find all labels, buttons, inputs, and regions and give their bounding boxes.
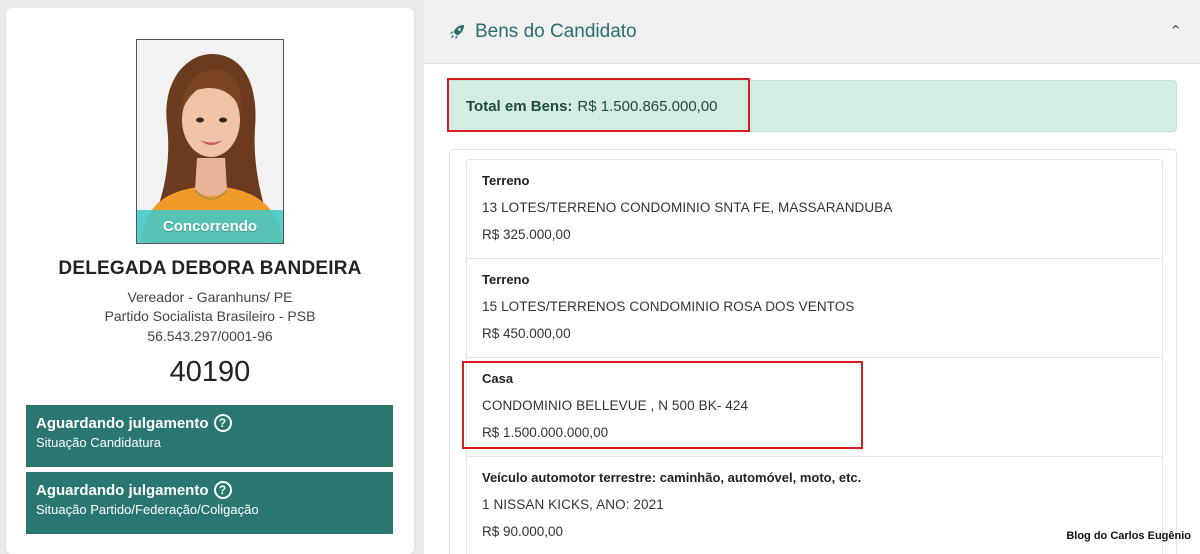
asset-type: Terreno xyxy=(482,272,530,287)
asset-description: 1 NISSAN KICKS, ANO: 2021 xyxy=(482,497,664,512)
situation-title-text: Aguardando julgamento xyxy=(36,414,209,432)
help-icon[interactable]: ? xyxy=(213,414,232,432)
candidacy-status-badge: Concorrendo xyxy=(137,210,283,243)
situation-subtitle: Situação Partido/Federação/Coligação xyxy=(36,502,259,517)
asset-value: R$ 450.000,00 xyxy=(482,326,571,341)
asset-description: 15 LOTES/TERRENOS CONDOMINIO ROSA DOS VE… xyxy=(482,299,855,314)
party-situation-box: Aguardando julgamento ? Situação Partido… xyxy=(26,472,393,534)
asset-value: R$ 1.500.000.000,00 xyxy=(482,425,609,440)
assets-card: Terreno 13 LOTES/TERRENO CONDOMINIO SNTA… xyxy=(449,149,1177,554)
assets-panel-title: Bens do Candidato xyxy=(475,20,637,42)
candidate-name: DELEGADA DEBORA BANDEIRA xyxy=(58,258,362,279)
asset-type: Terreno xyxy=(482,173,530,188)
candidacy-situation-box: Aguardando julgamento ? Situação Candida… xyxy=(26,405,393,467)
list-item: Casa CONDOMINIO BELLEVUE , N 500 BK- 424… xyxy=(467,358,1162,457)
assets-list: Terreno 13 LOTES/TERRENO CONDOMINIO SNTA… xyxy=(466,159,1163,554)
watermark: Blog do Carlos Eugênio xyxy=(1066,530,1191,542)
situation-title: Aguardando julgamento ? xyxy=(36,414,383,432)
candidate-card: Concorrendo DELEGADA DEBORA BANDEIRA Ver… xyxy=(6,8,414,554)
candidate-number: 40190 xyxy=(169,356,251,388)
total-assets-label: Total em Bens: xyxy=(466,97,573,115)
help-icon[interactable]: ? xyxy=(213,481,232,499)
assets-panel: Bens do Candidato ⌃ Total em Bens: R$ 1.… xyxy=(424,0,1200,554)
situation-title: Aguardando julgamento ? xyxy=(36,481,383,499)
total-assets-box: Total em Bens: R$ 1.500.865.000,00 xyxy=(447,80,1177,132)
asset-type: Veículo automotor terrestre: caminhão, a… xyxy=(482,470,862,485)
total-assets-value: R$ 1.500.865.000,00 xyxy=(577,97,718,115)
assets-panel-header[interactable]: Bens do Candidato ⌃ xyxy=(424,0,1200,64)
asset-type: Casa xyxy=(482,371,514,386)
rocket-icon xyxy=(450,24,464,39)
asset-description: CONDOMINIO BELLEVUE , N 500 BK- 424 xyxy=(482,398,749,413)
asset-value: R$ 90.000,00 xyxy=(482,524,564,539)
candidate-cnpj: 56.543.297/0001-96 xyxy=(147,328,273,344)
chevron-up-icon[interactable]: ⌃ xyxy=(1169,22,1182,40)
asset-description: 13 LOTES/TERRENO CONDOMINIO SNTA FE, MAS… xyxy=(482,200,893,215)
list-item: Veículo automotor terrestre: caminhão, a… xyxy=(467,457,1162,554)
asset-value: R$ 325.000,00 xyxy=(482,227,571,242)
candidate-office: Vereador - Garanhuns/ PE xyxy=(127,289,293,305)
candidate-photo: Concorrendo xyxy=(136,39,284,244)
candidate-party: Partido Socialista Brasileiro - PSB xyxy=(104,308,316,324)
situation-title-text: Aguardando julgamento xyxy=(36,481,209,499)
list-item: Terreno 13 LOTES/TERRENO CONDOMINIO SNTA… xyxy=(467,160,1162,259)
situation-subtitle: Situação Candidatura xyxy=(36,435,162,450)
list-item: Terreno 15 LOTES/TERRENOS CONDOMINIO ROS… xyxy=(467,259,1162,358)
